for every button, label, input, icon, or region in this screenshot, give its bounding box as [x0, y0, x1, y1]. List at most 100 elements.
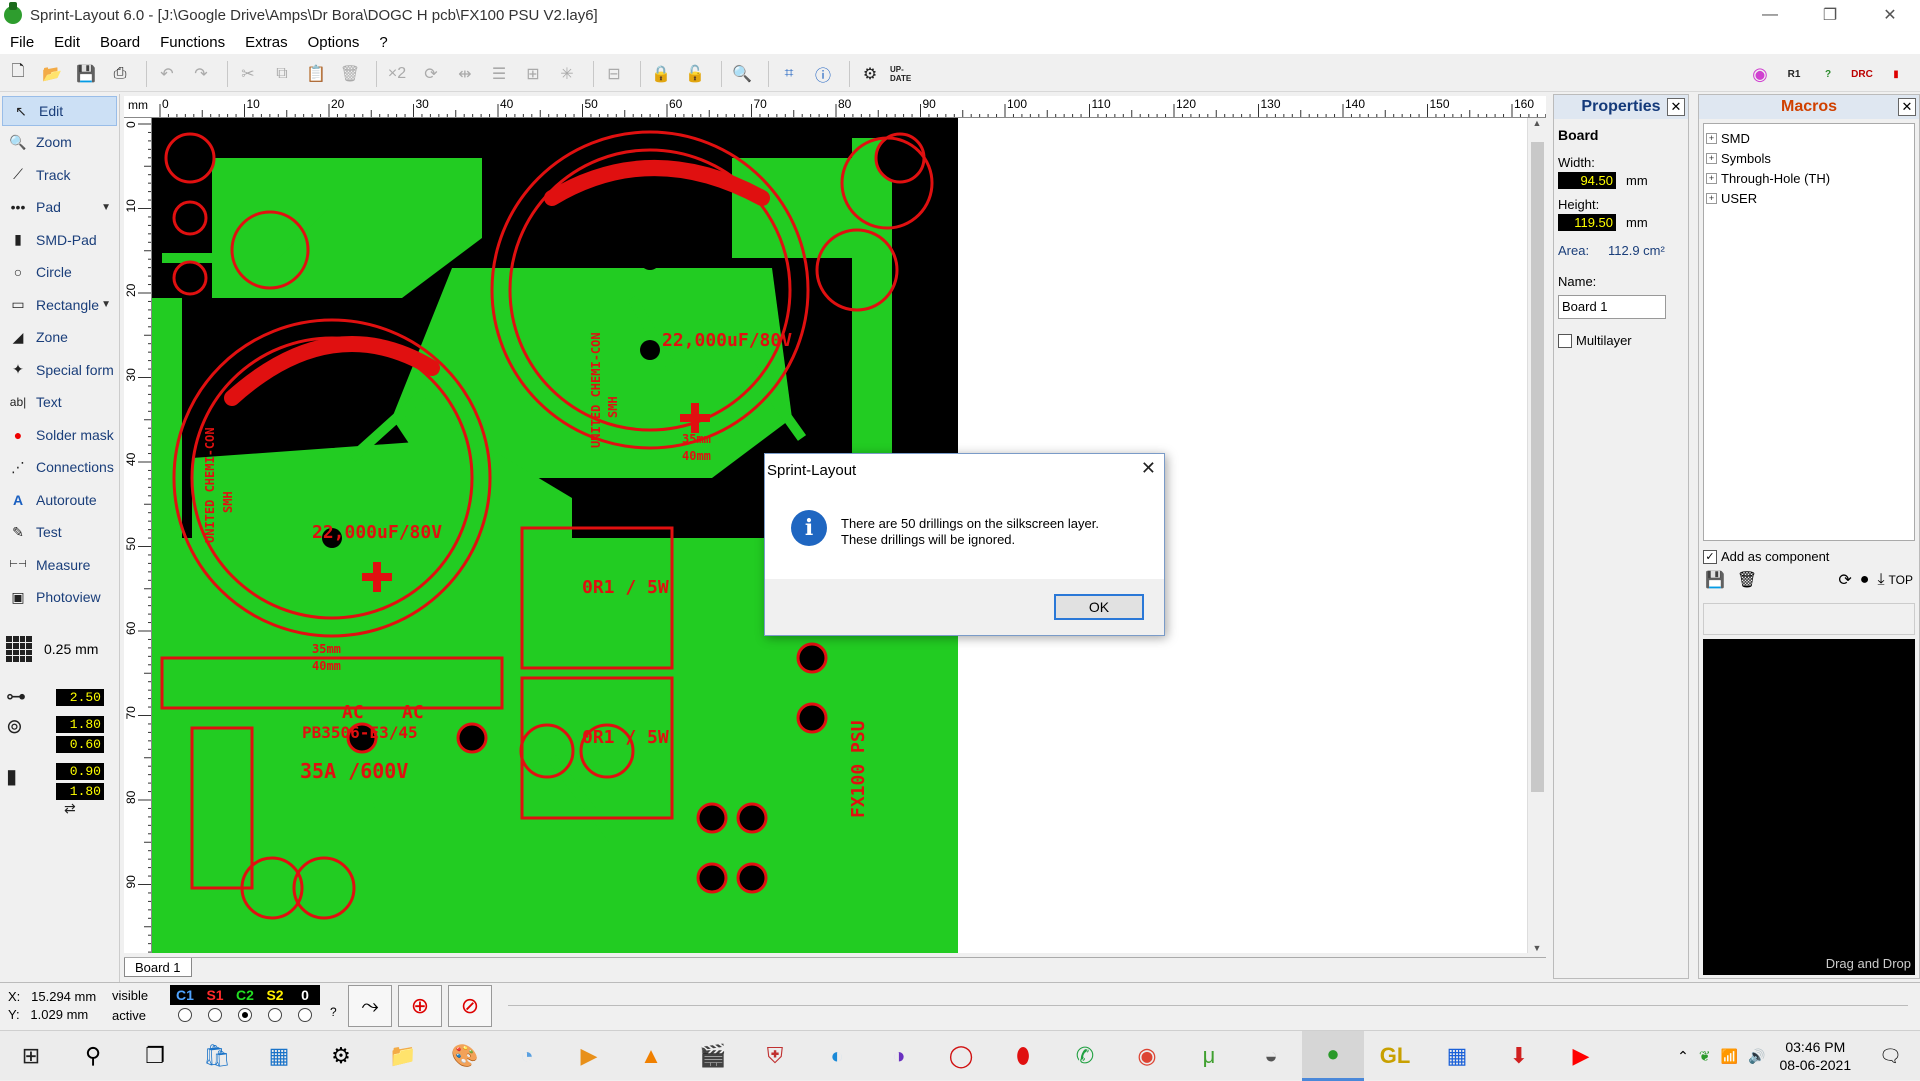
macro-red-icon[interactable]: ▮ — [1882, 60, 1910, 88]
layer-0-toggle[interactable]: 0 — [290, 985, 320, 1005]
add-as-component-checkbox[interactable]: ✓ Add as component — [1699, 541, 1919, 564]
checkbox-unchecked[interactable] — [1558, 333, 1572, 348]
group-icon[interactable]: ⊞ — [519, 60, 547, 88]
align-icon[interactable]: ☰ — [485, 60, 513, 88]
menu-board[interactable]: Board — [100, 34, 140, 51]
cut-icon[interactable]: ✂ — [234, 60, 262, 88]
help-board-icon[interactable]: ? — [1814, 60, 1842, 88]
minimize-button[interactable]: — — [1740, 0, 1800, 30]
tool-edit[interactable]: ↖ Edit — [2, 96, 117, 126]
active-s2-radio[interactable] — [268, 1008, 282, 1022]
scroll-up-icon[interactable]: ▲ — [1528, 118, 1546, 128]
menu-file[interactable]: File — [10, 34, 34, 51]
menu-functions[interactable]: Functions — [160, 34, 225, 51]
search-icon[interactable]: ⚲ — [62, 1031, 124, 1081]
dialog-close-icon[interactable]: ✕ — [1141, 458, 1156, 479]
scroll-down-icon[interactable]: ▼ — [1528, 943, 1546, 953]
tree-item-symbols[interactable]: + Symbols — [1706, 148, 1912, 168]
layer-s1-toggle[interactable]: S1 — [200, 985, 230, 1005]
tool-smd-pad[interactable]: ▮ SMD-Pad — [0, 224, 119, 257]
volume-icon[interactable]: 🔊 — [1748, 1048, 1765, 1065]
tool-autoroute[interactable]: A Autoroute — [0, 484, 119, 517]
dropdown-arrow-icon[interactable]: ▼ — [101, 299, 111, 310]
tool-rectangle[interactable]: ▭ Rectangle ▼ — [0, 289, 119, 322]
tool-solder-mask[interactable]: ● Solder mask — [0, 419, 119, 452]
track-width-icon[interactable]: ⊶ — [6, 684, 26, 709]
active-0-radio[interactable] — [298, 1008, 312, 1022]
windows-start-icon[interactable]: ⊞ — [0, 1031, 62, 1081]
audio-app-icon[interactable]: ◑ — [868, 1031, 930, 1081]
dropdown-arrow-icon[interactable]: ▼ — [101, 202, 111, 213]
record-macro-icon[interactable]: ● — [1860, 571, 1870, 589]
lock-icon[interactable]: 🔒 — [647, 60, 675, 88]
tree-item-smd[interactable]: + SMD — [1706, 128, 1912, 148]
crosshair-icon[interactable]: ⊕ — [398, 985, 442, 1027]
smd-width-value[interactable]: 0.90 — [56, 763, 104, 780]
checkbox-checked[interactable]: ✓ — [1703, 549, 1717, 564]
multilayer-checkbox[interactable]: Multilayer — [1554, 319, 1688, 348]
tool-test[interactable]: ✎ Test — [0, 516, 119, 549]
whatsapp-icon[interactable]: ✆ — [1054, 1031, 1116, 1081]
settings-gear-icon[interactable]: ⚙ — [856, 60, 884, 88]
undo-icon[interactable]: ↶ — [153, 60, 181, 88]
ok-button[interactable]: OK — [1054, 594, 1144, 620]
utorrent-icon[interactable]: μ — [1178, 1031, 1240, 1081]
expand-icon[interactable]: + — [1706, 152, 1717, 164]
disc-app-icon[interactable]: ◒ — [1240, 1031, 1302, 1081]
opera-icon[interactable]: ◯ — [930, 1031, 992, 1081]
task-view-icon[interactable]: ❐ — [124, 1031, 186, 1081]
redo-icon[interactable]: ↷ — [187, 60, 215, 88]
vlc-icon[interactable]: ▲ — [620, 1031, 682, 1081]
settings-app-icon[interactable]: ⚙ — [310, 1031, 372, 1081]
shield-app-icon[interactable]: ⛨ — [744, 1031, 806, 1081]
save-icon[interactable]: 💾 — [72, 60, 100, 88]
layer-s2-toggle[interactable]: S2 — [260, 985, 290, 1005]
menu-options[interactable]: Options — [308, 34, 360, 51]
close-macros-icon[interactable]: ✕ — [1898, 98, 1916, 116]
board-name-input[interactable]: Board 1 — [1558, 295, 1666, 319]
pad-inner-value[interactable]: 0.60 — [56, 736, 104, 753]
gl-app-icon[interactable]: GL — [1364, 1031, 1426, 1081]
expand-icon[interactable]: + — [1706, 172, 1717, 184]
rotate-macro-icon[interactable]: ⟳ — [1838, 570, 1851, 590]
rubberband-icon[interactable]: ⤳ — [348, 985, 392, 1027]
ratsnest-off-icon[interactable]: ⊘ — [448, 985, 492, 1027]
menu-edit[interactable]: Edit — [54, 34, 80, 51]
save-macro-icon[interactable]: 💾 — [1705, 570, 1725, 590]
tool-zone[interactable]: ◢ Zone — [0, 321, 119, 354]
wifi-icon[interactable]: 📶 — [1721, 1048, 1738, 1065]
calendar-icon[interactable]: ▦ — [1426, 1031, 1488, 1081]
palette-icon[interactable]: ◔ — [496, 1031, 558, 1081]
ungroup-icon[interactable]: ✳ — [553, 60, 581, 88]
width-input[interactable]: 94.50 — [1558, 172, 1616, 189]
zoom-search-icon[interactable]: 🔍 — [728, 60, 756, 88]
height-input[interactable]: 119.50 — [1558, 214, 1616, 231]
top-toggle[interactable]: TOP — [1889, 573, 1913, 587]
track-width-value[interactable]: 2.50 — [56, 689, 104, 706]
rotate-icon[interactable]: ⟳ — [417, 60, 445, 88]
tool-pad[interactable]: ••• Pad ▼ — [0, 191, 119, 224]
vertical-scrollbar[interactable]: ▲ ▼ — [1527, 118, 1546, 953]
expand-icon[interactable]: + — [1706, 132, 1717, 144]
tool-special-form[interactable]: ✦ Special form — [0, 354, 119, 387]
tree-item-user[interactable]: + USER — [1706, 188, 1912, 208]
expand-icon[interactable]: + — [1706, 192, 1717, 204]
menu-extras[interactable]: Extras — [245, 34, 288, 51]
tree-item-through-hole[interactable]: + Through-Hole (TH) — [1706, 168, 1912, 188]
color-disc-icon[interactable]: ◉ — [1746, 60, 1774, 88]
media-player-icon[interactable]: ▶ — [558, 1031, 620, 1081]
menu-help[interactable]: ? — [379, 34, 387, 51]
pad-size-icon[interactable]: ⊚ — [6, 714, 23, 739]
open-folder-icon[interactable]: 📂 — [38, 60, 66, 88]
edge-browser-icon[interactable]: ◐ — [806, 1031, 868, 1081]
layer-c1-toggle[interactable]: C1 — [170, 985, 200, 1005]
new-file-icon[interactable]: 🗋 — [4, 60, 32, 88]
smd-size-icon[interactable]: ▮ — [6, 764, 17, 789]
update-icon[interactable]: UP-DATE — [890, 60, 918, 88]
close-button[interactable]: ✕ — [1860, 0, 1920, 30]
active-c1-radio[interactable] — [178, 1008, 192, 1022]
tool-photoview[interactable]: ▣ Photoview — [0, 581, 119, 614]
sprint-layout-taskbar-icon[interactable]: ● — [1302, 1030, 1364, 1081]
video-editor-icon[interactable]: 🎬 — [682, 1031, 744, 1081]
tray-chevron-icon[interactable]: ⌃ — [1677, 1048, 1689, 1065]
